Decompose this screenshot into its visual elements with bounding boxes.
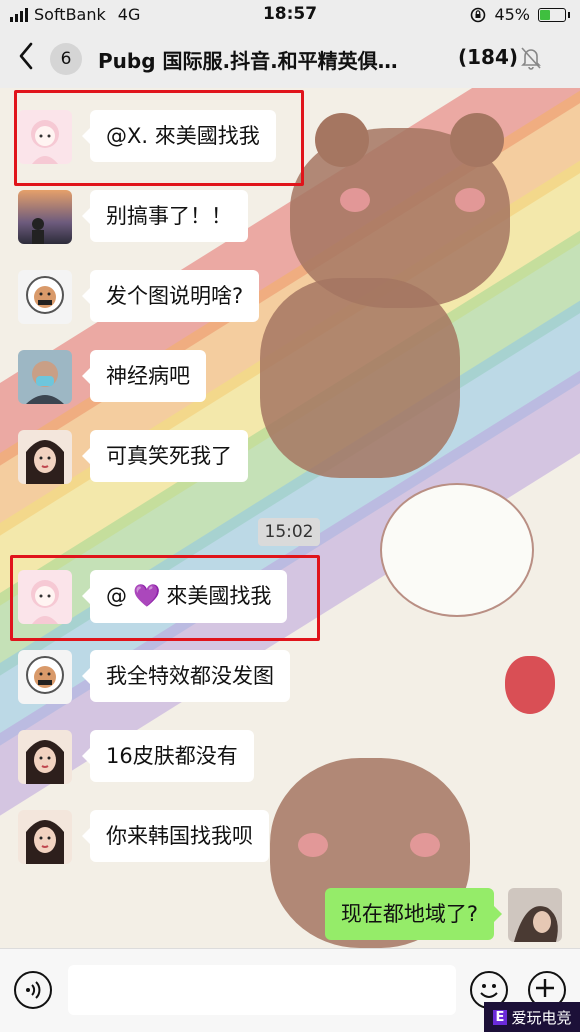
watermark-tag: E xyxy=(492,1009,508,1025)
highlight-box xyxy=(10,555,320,641)
message-bubble[interactable]: 你来韩国找我呗 xyxy=(82,810,269,862)
unread-count-badge[interactable]: 6 xyxy=(50,43,82,75)
avatar-astronaut-icon xyxy=(26,276,64,314)
avatar-sunset-icon xyxy=(32,218,44,244)
avatar[interactable] xyxy=(18,430,72,484)
message-input[interactable] xyxy=(68,965,456,1015)
avatar[interactable] xyxy=(18,810,72,864)
battery-percent: 45% xyxy=(494,5,530,24)
message-bubble[interactable]: 神经病吧 xyxy=(82,350,206,402)
message-row: 发个图说明啥? xyxy=(18,270,260,324)
avatar[interactable] xyxy=(18,270,72,324)
my-message-row: 现在都地域了? xyxy=(324,888,562,942)
message-bubble[interactable]: 可真笑死我了 xyxy=(82,430,248,482)
message-row: 你来韩国找我呗 xyxy=(18,810,269,864)
member-count: (184) xyxy=(458,45,519,69)
avatar[interactable] xyxy=(18,730,72,784)
chat-header: 6 Pubg 国际服.抖音.和平精英俱… (184) xyxy=(0,30,580,88)
message-row: 别搞事了！！ xyxy=(18,190,248,244)
battery-icon xyxy=(538,7,570,22)
voice-button[interactable] xyxy=(14,971,52,1009)
avatar-photo-icon xyxy=(514,906,558,942)
avatar-astronaut-icon xyxy=(26,656,64,694)
avatar-woman-icon xyxy=(26,820,64,864)
avatar[interactable] xyxy=(18,190,72,244)
message-bubble[interactable]: 别搞事了！！ xyxy=(82,190,248,242)
bunny-balloon-illustration xyxy=(380,483,534,617)
message-bubble[interactable]: 我全特效都没发图 xyxy=(82,650,290,702)
bear-cheek xyxy=(340,188,370,212)
bear-body-illustration xyxy=(260,278,460,478)
bear-ear xyxy=(315,113,369,167)
avatar[interactable] xyxy=(18,650,72,704)
avatar-woman-icon xyxy=(26,740,64,784)
chat-title[interactable]: Pubg 国际服.抖音.和平精英俱… xyxy=(98,45,398,74)
chevron-left-icon xyxy=(19,42,33,70)
bear-cheek xyxy=(298,833,328,857)
bear-cheek xyxy=(455,188,485,212)
watermark-text: 爱玩电竞 xyxy=(511,1008,572,1027)
message-timestamp: 15:02 xyxy=(258,518,320,546)
voice-icon xyxy=(26,981,41,999)
message-row: 可真笑死我了 xyxy=(18,430,248,484)
avatar-woman-icon xyxy=(26,440,64,484)
message-row: 我全特效都没发图 xyxy=(18,650,290,704)
message-bubble[interactable]: 发个图说明啥? xyxy=(81,270,260,322)
strawberry-illustration xyxy=(505,656,555,714)
message-row: 神经病吧 xyxy=(18,350,206,404)
battery-fill xyxy=(540,9,550,20)
status-bar: SoftBank 4G 18:57 45% xyxy=(0,0,580,30)
message-row: 16皮肤都没有 xyxy=(18,730,254,784)
bear-cheek xyxy=(410,833,440,857)
avatar[interactable] xyxy=(18,350,72,404)
my-avatar[interactable] xyxy=(508,888,562,942)
highlight-box xyxy=(14,90,304,186)
bear-ear xyxy=(450,113,504,167)
message-bubble[interactable]: 16皮肤都没有 xyxy=(82,730,254,782)
bell-slash-icon xyxy=(521,47,541,70)
back-button[interactable] xyxy=(18,42,34,76)
plus-icon xyxy=(536,979,554,997)
orientation-lock-icon xyxy=(471,7,486,22)
input-bar: E 爱玩电竞 xyxy=(0,948,580,1032)
my-message-bubble[interactable]: 现在都地域了? xyxy=(324,888,503,940)
avatar-masked-man-icon xyxy=(26,361,64,404)
status-icons: 45% xyxy=(470,5,570,24)
watermark-logo: E 爱玩电竞 xyxy=(484,1002,580,1032)
